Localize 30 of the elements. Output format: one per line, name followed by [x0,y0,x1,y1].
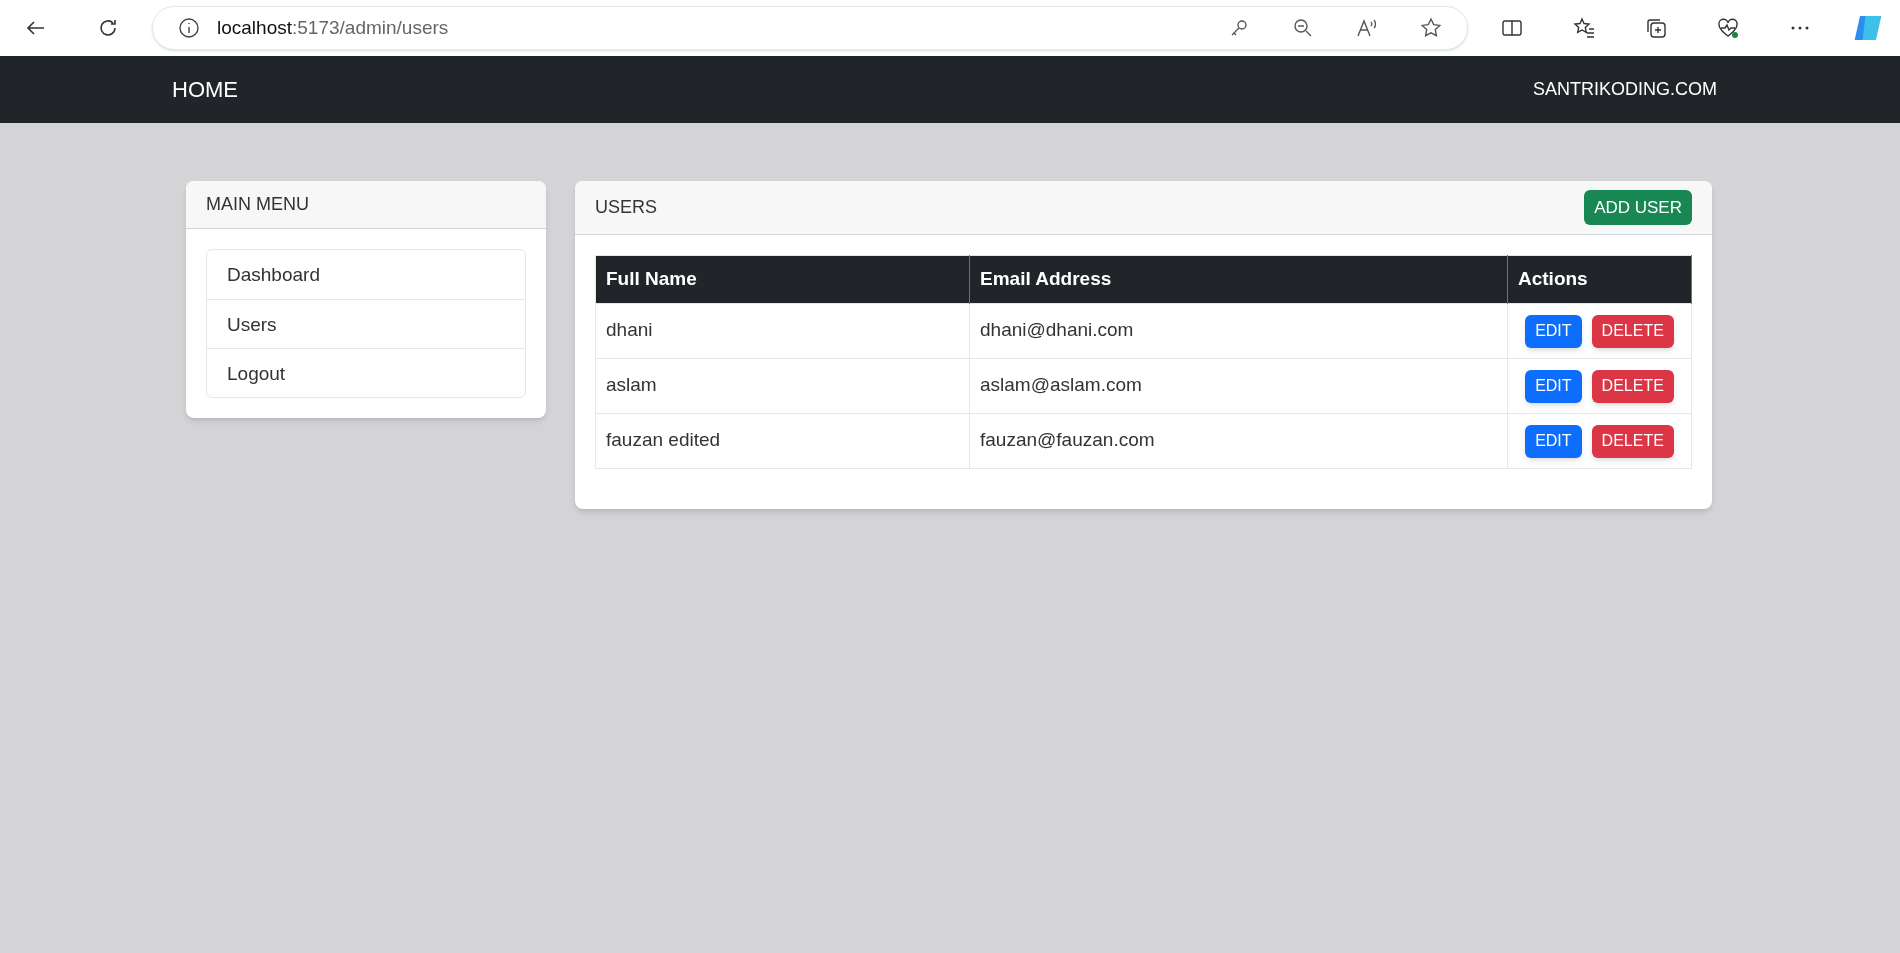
info-icon[interactable] [177,16,201,40]
delete-button[interactable]: DELETE [1591,424,1674,458]
column-header: Email Address [969,255,1508,304]
table-cell: dhani [595,303,970,359]
edit-button[interactable]: EDIT [1525,314,1582,348]
site-link[interactable]: SANTRIKODING.COM [1533,76,1717,103]
delete-button[interactable]: DELETE [1591,369,1674,403]
menu-item[interactable]: Logout [207,348,525,397]
collections-icon[interactable] [1644,16,1668,40]
card-title: MAIN MENU [206,193,309,216]
card-title: USERS [595,196,657,219]
table-cell: aslam [595,358,970,414]
edit-button[interactable]: EDIT [1525,369,1582,403]
home-link[interactable]: HOME [172,73,238,106]
table-cell: dhani@dhani.com [969,303,1508,359]
menu-item[interactable]: Dashboard [207,250,525,299]
menu-item[interactable]: Users [207,299,525,348]
column-header: Full Name [595,255,970,304]
column-header: Actions [1507,255,1692,304]
delete-button[interactable]: DELETE [1591,314,1674,348]
favorites-icon[interactable] [1572,16,1596,40]
address-bar[interactable]: localhost:5173/admin/users [152,6,1468,50]
add-user-button[interactable]: ADD USER [1584,190,1692,225]
table-cell: aslam@aslam.com [969,358,1508,414]
url-text: localhost:5173/admin/users [217,15,449,40]
table-cell: fauzan edited [595,413,970,469]
health-icon[interactable] [1716,16,1740,40]
edit-button[interactable]: EDIT [1525,424,1582,458]
table-cell: fauzan@fauzan.com [969,413,1508,469]
star-icon[interactable] [1419,16,1443,40]
